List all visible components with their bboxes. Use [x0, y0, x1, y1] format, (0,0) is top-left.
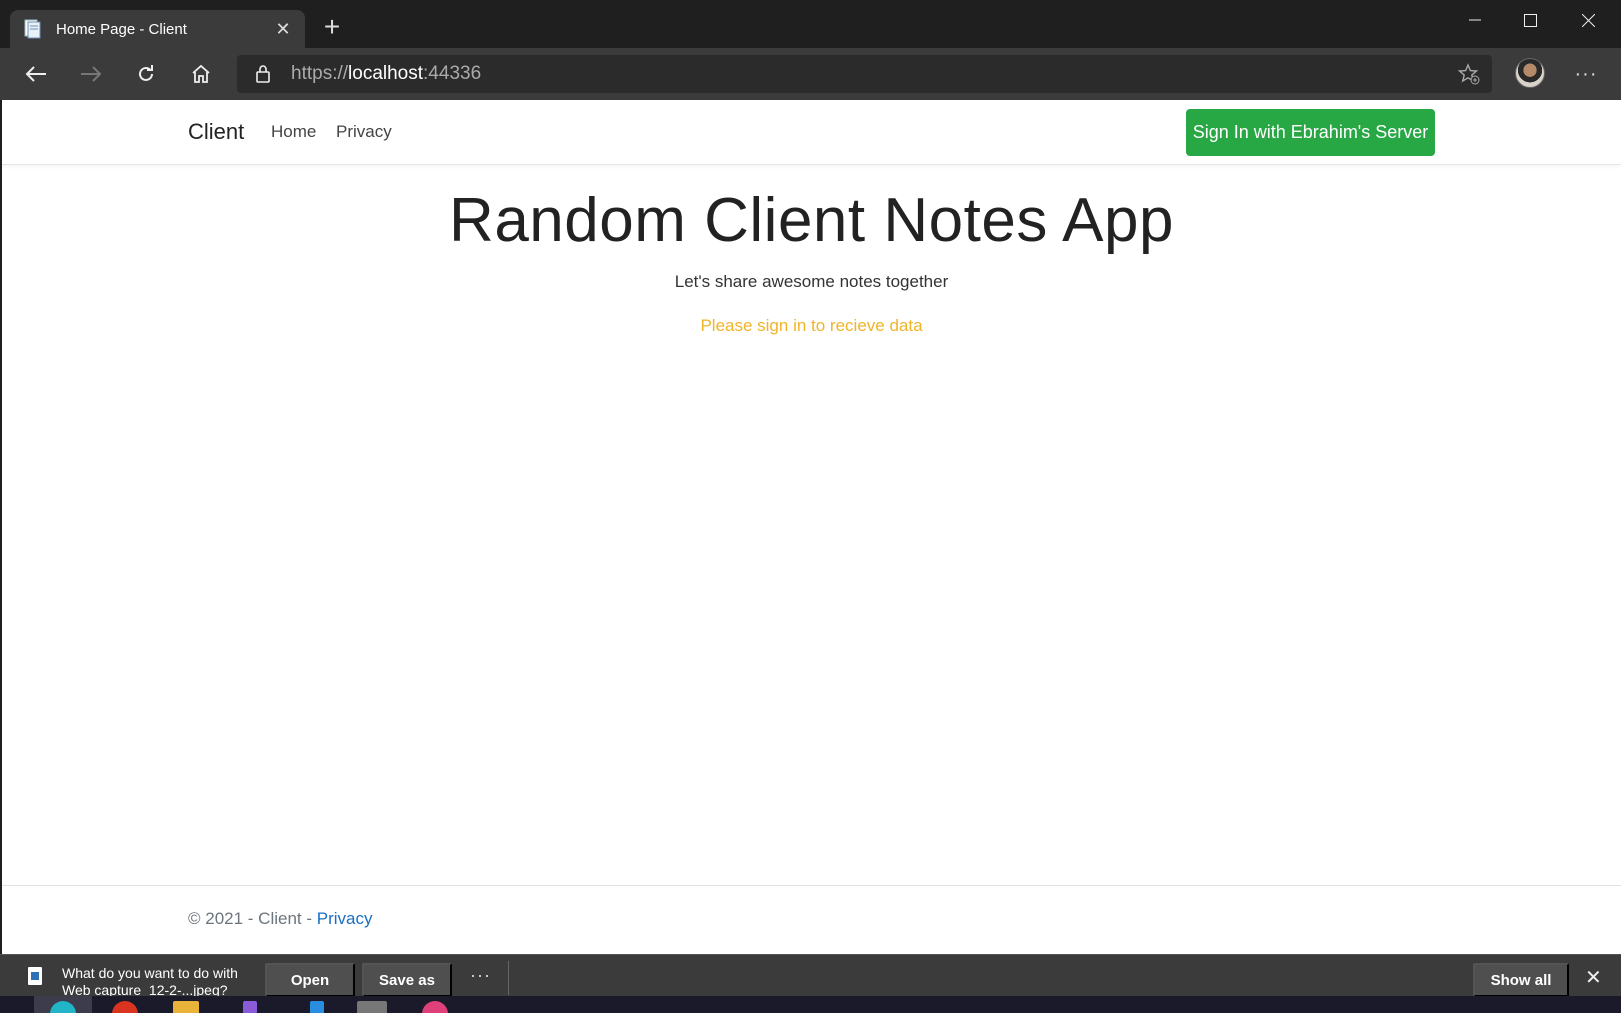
nav-link-privacy[interactable]: Privacy — [336, 122, 392, 142]
download-close-button[interactable]: ✕ — [1585, 965, 1602, 990]
back-icon[interactable] — [20, 58, 52, 90]
save-as-button[interactable]: Save as — [362, 963, 452, 997]
forward-icon[interactable] — [75, 58, 107, 90]
refresh-icon[interactable] — [130, 58, 162, 90]
show-all-button[interactable]: Show all — [1473, 963, 1569, 997]
browser-toolbar: https://localhost:44336 ··· — [0, 48, 1621, 100]
url-text: https://localhost:44336 — [291, 63, 482, 84]
profile-avatar[interactable] — [1515, 58, 1545, 88]
brand-link[interactable]: Client — [188, 119, 244, 145]
window-close-button[interactable] — [1563, 4, 1613, 36]
download-bar: What do you want to do with Web capture_… — [0, 954, 1621, 997]
address-bar[interactable]: https://localhost:44336 — [237, 55, 1492, 93]
home-icon[interactable] — [185, 58, 217, 90]
site-navbar: Client Home Privacy Sign In with Ebrahim… — [2, 100, 1621, 165]
lock-icon[interactable] — [255, 65, 271, 88]
browser-tab[interactable]: Home Page - Client ✕ — [10, 10, 305, 48]
web-page: Client Home Privacy Sign In with Ebrahim… — [2, 100, 1621, 954]
nav-link-home[interactable]: Home — [271, 122, 316, 142]
more-icon[interactable]: ··· — [1570, 58, 1602, 90]
maximize-button[interactable] — [1505, 4, 1555, 36]
favorites-star-icon[interactable] — [1457, 63, 1480, 90]
footer-copyright: © 2021 - Client - — [188, 909, 317, 928]
download-divider — [508, 961, 509, 995]
sign-in-warning: Please sign in to recieve data — [700, 316, 923, 335]
minimize-button[interactable] — [1450, 4, 1500, 36]
os-taskbar — [0, 996, 1621, 1013]
page-subtitle: Let's share awesome notes together — [674, 272, 949, 291]
footer: © 2021 - Client - Privacy — [188, 909, 372, 929]
download-more-icon[interactable]: ··· — [470, 965, 491, 986]
taskbar-app-icon-3[interactable] — [422, 1001, 448, 1013]
taskbar-folder-icon[interactable] — [173, 1001, 199, 1013]
sign-in-button[interactable]: Sign In with Ebrahim's Server — [1186, 109, 1435, 156]
taskbar-app-icon-2[interactable] — [357, 1001, 387, 1013]
file-icon — [28, 967, 42, 985]
taskbar-visual-studio-icon[interactable] — [243, 1001, 257, 1013]
taskbar-app-icon[interactable] — [112, 1001, 138, 1013]
tab-title: Home Page - Client — [56, 20, 187, 38]
tab-strip: Home Page - Client ✕ + — [0, 0, 1621, 48]
footer-divider — [2, 885, 1621, 886]
download-prompt: What do you want to do with Web capture_… — [62, 965, 238, 997]
new-tab-button[interactable]: + — [320, 13, 344, 41]
taskbar-vscode-icon[interactable] — [310, 1001, 324, 1013]
tab-close-button[interactable]: ✕ — [269, 15, 297, 43]
open-button[interactable]: Open — [265, 963, 355, 997]
page-favicon-icon — [24, 19, 42, 39]
page-title: Random Client Notes App — [449, 186, 1174, 255]
footer-privacy-link[interactable]: Privacy — [317, 909, 373, 928]
